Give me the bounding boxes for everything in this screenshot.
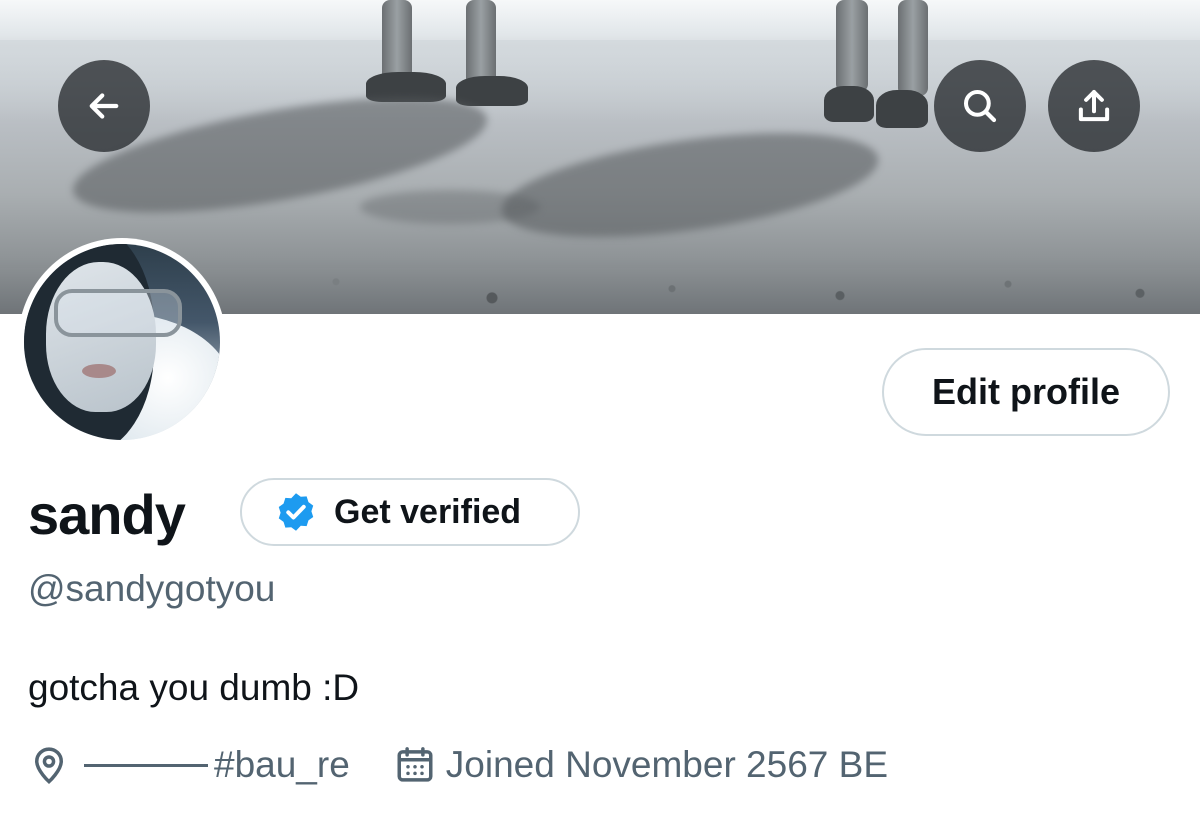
back-button[interactable] <box>58 60 150 152</box>
edit-profile-label: Edit profile <box>932 371 1120 412</box>
avatar-photo <box>24 244 220 440</box>
edit-profile-button[interactable]: Edit profile <box>882 348 1170 436</box>
display-name: sandy <box>28 483 186 546</box>
location-divider-line <box>84 763 208 767</box>
profile-meta: #bau_re Joined November 2567 BE <box>28 740 888 790</box>
calendar-icon <box>397 747 433 782</box>
avatar-lips <box>82 364 116 378</box>
avatar-glasses <box>54 289 182 337</box>
joined-date: Joined November 2567 BE <box>445 744 889 785</box>
banner-shadow <box>360 190 540 224</box>
banner-leg <box>466 0 496 86</box>
banner-leg <box>382 0 412 82</box>
banner-leg <box>898 0 928 96</box>
share-icon <box>1078 89 1110 122</box>
avatar[interactable] <box>18 238 226 446</box>
profile-bio: gotcha you dumb :D <box>28 667 360 708</box>
banner-shadow <box>495 113 885 257</box>
location-pin-icon <box>34 747 64 784</box>
banner-hoof <box>876 90 928 128</box>
location-text: #bau_re <box>214 744 350 785</box>
get-verified-label: Get verified <box>334 492 522 531</box>
avatar-face <box>46 262 156 412</box>
banner-hoof <box>456 76 528 106</box>
user-handle: @sandygotyou <box>28 568 276 609</box>
get-verified-button[interactable]: Get verified <box>240 478 580 546</box>
arrow-left-icon <box>89 93 119 119</box>
banner-hoof <box>824 86 874 122</box>
search-icon <box>963 89 997 123</box>
search-button[interactable] <box>934 60 1026 152</box>
share-button[interactable] <box>1048 60 1140 152</box>
banner-leg <box>836 0 868 92</box>
verified-badge-icon <box>278 493 314 531</box>
